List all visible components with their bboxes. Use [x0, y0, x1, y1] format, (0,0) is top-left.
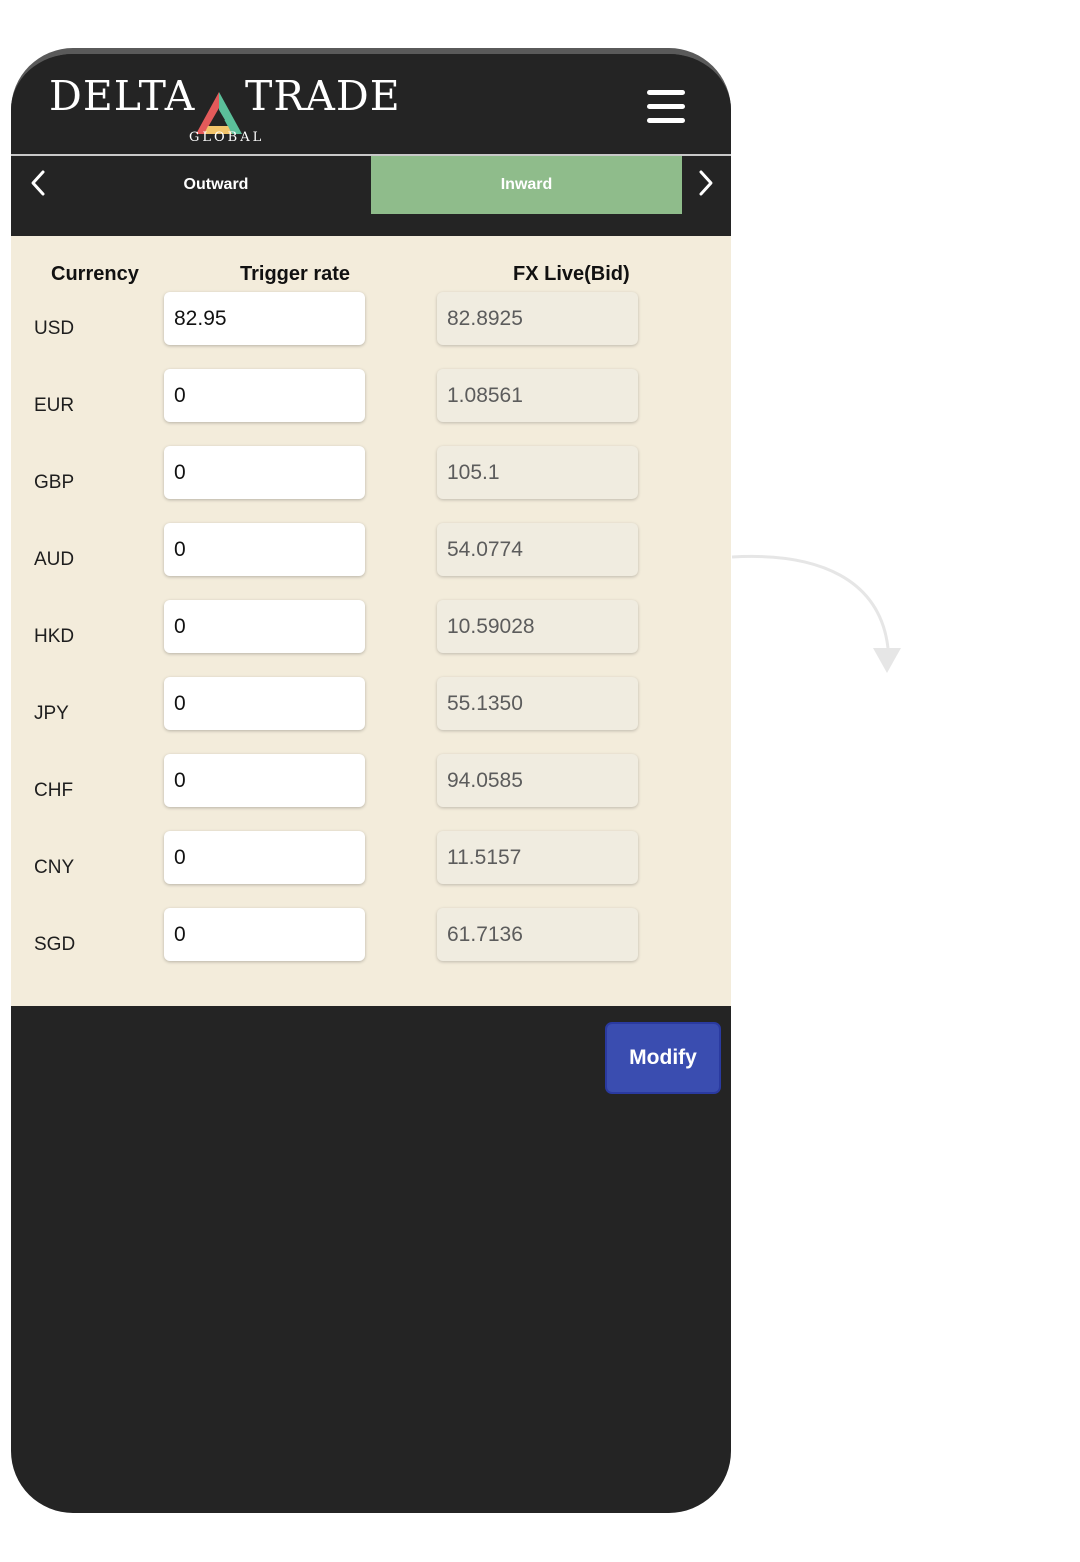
- fx-live-value: [437, 908, 638, 961]
- trigger-rate-input[interactable]: [164, 677, 365, 730]
- trigger-rate-input[interactable]: [164, 908, 365, 961]
- rate-row-jpy: JPY: [11, 677, 731, 754]
- trigger-rate-input[interactable]: [164, 831, 365, 884]
- fx-live-value: [437, 446, 638, 499]
- brand-subtitle: GLOBAL: [189, 130, 265, 145]
- column-header-fx-live: FX Live(Bid): [513, 263, 630, 285]
- tab-bar: Outward Inward: [11, 156, 731, 236]
- rate-row-hkd: HKD: [11, 600, 731, 677]
- currency-code: HKD: [34, 626, 75, 647]
- rate-row-eur: EUR: [11, 369, 731, 446]
- rate-row-chf: CHF: [11, 754, 731, 831]
- rate-row-sgd: SGD: [11, 908, 731, 985]
- rate-row-cny: CNY: [11, 831, 731, 908]
- brand-name-left: DELTA: [49, 72, 196, 120]
- currency-code: SGD: [34, 934, 76, 955]
- app-screen: DELTA TRADE GLOBAL Outward Inward Curren…: [11, 48, 731, 1513]
- trigger-rate-input[interactable]: [164, 446, 365, 499]
- brand-name-right: TRADE: [245, 72, 401, 120]
- app-header: DELTA TRADE GLOBAL: [11, 54, 731, 154]
- fx-live-value: [437, 677, 638, 730]
- trigger-rate-input[interactable]: [164, 292, 365, 345]
- fx-live-value: [437, 369, 638, 422]
- currency-code: EUR: [34, 395, 75, 416]
- rate-row-aud: AUD: [11, 523, 731, 600]
- brand-logo: DELTA TRADE GLOBAL: [49, 72, 400, 152]
- tab-outward[interactable]: Outward: [61, 156, 371, 214]
- hamburger-menu-icon[interactable]: [647, 90, 687, 124]
- trigger-rate-input[interactable]: [164, 369, 365, 422]
- modify-button[interactable]: Modify: [605, 1022, 721, 1094]
- currency-code: CHF: [34, 780, 74, 801]
- currency-code: AUD: [34, 549, 75, 570]
- fx-live-value: [437, 754, 638, 807]
- fx-live-value: [437, 292, 638, 345]
- curved-arrow-icon: [731, 554, 901, 673]
- rates-panel: Currency Trigger rate FX Live(Bid) USD E…: [11, 236, 731, 1006]
- rates-list: USD EUR GBP AUD HKD: [11, 292, 731, 985]
- trigger-rate-input[interactable]: [164, 754, 365, 807]
- currency-code: GBP: [34, 472, 75, 493]
- tab-inward[interactable]: Inward: [371, 156, 682, 214]
- chevron-left-icon[interactable]: [23, 168, 53, 198]
- fx-live-value: [437, 831, 638, 884]
- currency-code: CNY: [34, 857, 75, 878]
- column-header-trigger-rate: Trigger rate: [240, 263, 351, 285]
- column-header-currency: Currency: [51, 263, 139, 285]
- rate-row-gbp: GBP: [11, 446, 731, 523]
- fx-live-value: [437, 523, 638, 576]
- trigger-rate-input[interactable]: [164, 523, 365, 576]
- trigger-rate-input[interactable]: [164, 600, 365, 653]
- rate-row-usd: USD: [11, 292, 731, 369]
- fx-live-value: [437, 600, 638, 653]
- chevron-right-icon[interactable]: [691, 168, 721, 198]
- currency-code: USD: [34, 318, 75, 339]
- currency-code: JPY: [34, 703, 69, 724]
